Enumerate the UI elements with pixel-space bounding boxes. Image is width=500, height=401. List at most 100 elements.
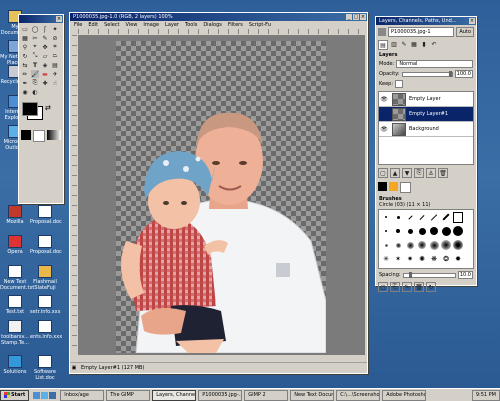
foreground-color-swatch[interactable] (22, 102, 38, 116)
flip-icon[interactable]: ⇆ (21, 61, 29, 69)
layer-row[interactable]: Empty Layer#1 (379, 107, 473, 122)
keep-transparency-checkbox[interactable] (395, 80, 404, 88)
taskbar-button[interactable]: P1000035.jpg-... (198, 389, 243, 401)
menu-layer[interactable]: Layer (165, 22, 179, 28)
spacing-slider-handle[interactable] (408, 271, 412, 278)
taskbar-button[interactable]: Adobe Photoshop (382, 389, 427, 401)
auto-button[interactable]: Auto (456, 27, 474, 37)
desktop-quicklaunch-icon[interactable] (49, 391, 57, 399)
navigate-icon[interactable]: ▣ (70, 365, 78, 371)
close-icon[interactable]: × (56, 16, 62, 22)
layer-row[interactable]: 👁 Background (379, 122, 473, 137)
close-icon[interactable]: × (360, 14, 366, 20)
layer-row[interactable]: 👁 Empty Layer (379, 92, 473, 107)
desktop-icon[interactable]: ents.info.xxx (30, 320, 62, 340)
image-select[interactable]: P1000035.jpg-1 (388, 27, 455, 37)
spacing-input[interactable]: 10.0 (457, 271, 473, 279)
image-canvas[interactable] (116, 41, 326, 353)
taskbar-button[interactable]: The GIMP (106, 389, 151, 401)
pencil-icon[interactable]: ✏ (21, 70, 29, 78)
desktop-icon[interactable]: Mozilla (0, 205, 30, 225)
brush-icon[interactable] (441, 240, 451, 250)
move-icon[interactable]: ✥ (41, 43, 49, 51)
close-icon[interactable]: × (469, 18, 475, 24)
lower-layer-icon[interactable]: ▼ (402, 168, 412, 178)
brush-icon[interactable] (441, 212, 451, 222)
brush-icon[interactable] (393, 226, 403, 236)
clone-icon[interactable]: ⎘ (31, 79, 39, 87)
desktop-icon[interactable]: Software List.doc (30, 355, 60, 381)
brush-icon[interactable] (417, 226, 427, 236)
undo-tab-icon[interactable]: ↶ (430, 40, 438, 48)
dodge-icon[interactable]: ◐ (31, 88, 39, 96)
shear-icon[interactable]: ▱ (41, 52, 49, 60)
maximize-icon[interactable]: □ (353, 14, 359, 20)
spacing-slider[interactable] (402, 271, 456, 278)
taskbar-button[interactable]: C:\...\Screenshots (336, 389, 381, 401)
brush-icon[interactable]: ✳ (381, 254, 391, 264)
brush-icon[interactable] (393, 212, 403, 222)
eraser-icon[interactable]: ▬ (41, 70, 49, 78)
desktop-icon[interactable]: New Text Document.txt (0, 265, 34, 291)
taskbar-button[interactable]: GIMP 2 (244, 389, 289, 401)
brush-icon[interactable] (453, 211, 463, 223)
delete-layer-icon[interactable]: 🗑 (438, 168, 448, 178)
rect-select-icon[interactable]: ▭ (21, 25, 29, 33)
ink-icon[interactable]: ✒ (21, 79, 29, 87)
menu-edit[interactable]: Edit (88, 22, 98, 28)
desktop-icon[interactable]: Opera (0, 235, 30, 255)
visibility-eye-icon[interactable]: 👁 (379, 96, 389, 103)
brush-icon[interactable] (417, 212, 427, 222)
anchor-layer-icon[interactable]: ⚓ (426, 168, 436, 178)
desktop-icon[interactable]: toolbarsv... Stamp.Te... (0, 320, 30, 346)
swatch-white[interactable] (400, 182, 411, 193)
delete-brush-icon[interactable]: 🗑 (414, 282, 424, 292)
brush-icon[interactable] (453, 240, 463, 250)
text-icon[interactable]: T (31, 61, 39, 69)
rotate-icon[interactable]: ↻ (21, 52, 29, 60)
active-pattern-preview[interactable] (33, 130, 45, 142)
brush-icon[interactable] (405, 212, 415, 222)
brush-icon[interactable]: ✷ (405, 254, 415, 264)
menu-image[interactable]: Image (143, 22, 159, 28)
desktop-icon[interactable]: Proposal.doc (30, 205, 62, 225)
heal-icon[interactable]: ✚ (41, 79, 49, 87)
measure-icon[interactable]: ⌖ (31, 43, 39, 51)
zoom-icon[interactable]: ⚲ (21, 43, 29, 51)
brush-icon[interactable] (393, 240, 403, 250)
brush-icon[interactable] (453, 226, 463, 236)
swatch-orange[interactable] (389, 182, 398, 191)
brush-icon[interactable]: ✺ (417, 254, 427, 264)
crop-icon[interactable]: ⌗ (51, 43, 59, 51)
visibility-eye-icon[interactable]: 👁 (379, 126, 389, 133)
start-button[interactable]: Start (0, 389, 30, 401)
layers-dialog-titlebar[interactable]: Layers, Channels, Paths, Und... × (376, 17, 476, 25)
bucket-fill-icon[interactable]: ◈ (41, 61, 49, 69)
taskbar-button[interactable]: Layers, Channels... (152, 389, 197, 401)
menu-view[interactable]: View (126, 22, 138, 28)
brush-icon[interactable] (441, 226, 451, 236)
brush-icon[interactable] (429, 240, 439, 250)
brush-icon[interactable] (405, 240, 415, 250)
brush-icon[interactable] (417, 240, 427, 250)
brush-icon[interactable]: ❋ (429, 254, 439, 264)
taskbar-button[interactable]: Inbox/age (60, 389, 105, 401)
canvas-viewport[interactable] (78, 35, 365, 355)
duplicate-brush-icon[interactable]: ⎘ (390, 282, 400, 292)
brush-icon[interactable] (429, 212, 439, 222)
brush-icon[interactable]: ✶ (393, 254, 403, 264)
swap-colors-icon[interactable]: ⇄ (45, 104, 51, 112)
desktop-icon[interactable]: setr.info.xxx (30, 295, 61, 315)
free-select-icon[interactable]: ʃ (41, 25, 49, 33)
ie-quicklaunch-icon[interactable] (33, 391, 41, 399)
ellipse-select-icon[interactable]: ◯ (31, 25, 39, 33)
brush-icon[interactable]: ✹ (453, 254, 463, 264)
menu-tools[interactable]: Tools (185, 22, 197, 28)
mode-select[interactable]: Normal (396, 60, 473, 68)
desktop-icon[interactable]: Flashmail SlateFuji (30, 265, 60, 291)
image-window-titlebar[interactable]: P1000035.jpg-1.0 (RGB, 2 layers) 100% _ □… (70, 13, 367, 21)
brush-icon[interactable] (381, 212, 391, 222)
desktop-icon[interactable]: Test.txt (0, 295, 30, 315)
color-picker-icon[interactable]: ⊘ (51, 34, 59, 42)
desktop-icon[interactable]: Proposal.doc (30, 235, 62, 255)
